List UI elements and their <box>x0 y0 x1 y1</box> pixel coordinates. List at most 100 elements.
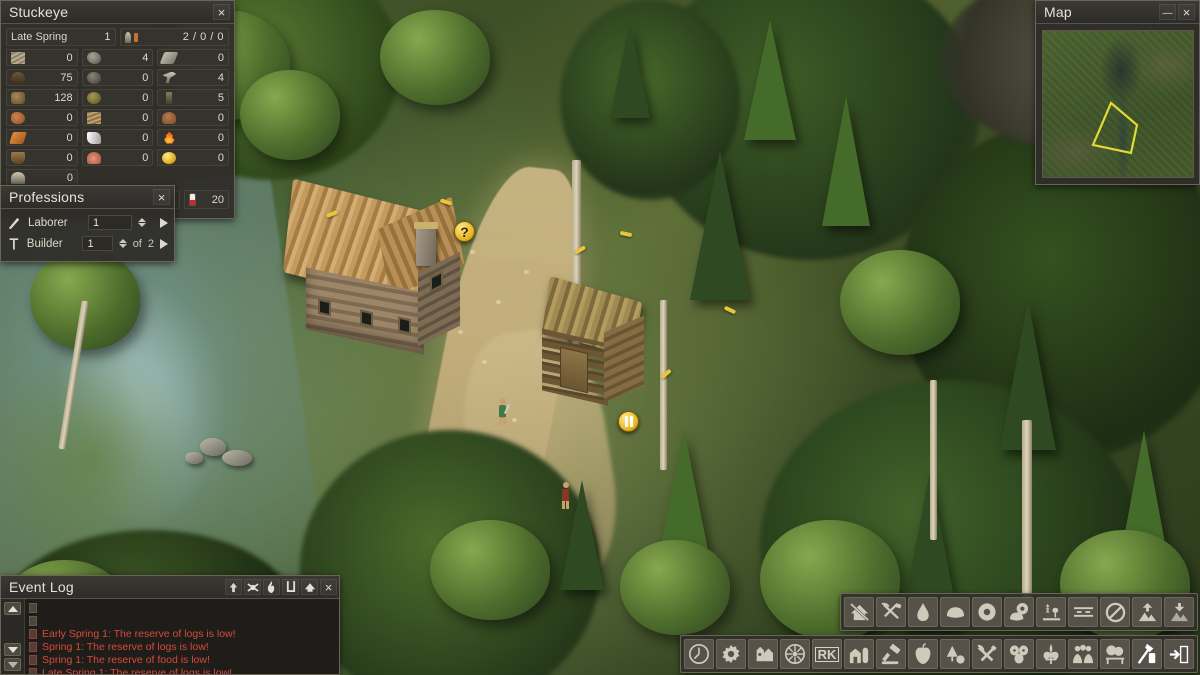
gavel-icon[interactable] <box>876 639 906 669</box>
year-value: 1 <box>104 31 111 43</box>
villager-worker[interactable] <box>497 398 511 425</box>
list-item: Early Spring 1: The reserve of logs is l… <box>29 627 335 640</box>
conifer-tree <box>660 430 708 550</box>
scroll-end-button[interactable] <box>4 658 21 671</box>
up-arrow-icon[interactable] <box>225 579 242 595</box>
house-icon[interactable] <box>301 579 318 595</box>
event-text: Late Spring 1: The reserve of logs is lo… <box>42 666 233 675</box>
rk-icon[interactable]: RK <box>812 639 842 669</box>
ingot-icon <box>9 131 27 144</box>
tree-icon <box>162 111 177 124</box>
close-icon[interactable]: × <box>1178 4 1195 20</box>
skull-crossbones-icon[interactable] <box>244 579 261 595</box>
season-cell: Late Spring 1 <box>6 28 116 46</box>
laborer-spinner[interactable] <box>138 218 146 227</box>
laborer-count-value: 1 <box>93 216 100 229</box>
clock-icon[interactable] <box>684 639 714 669</box>
broadleaf-tree <box>380 10 490 105</box>
grave-icon[interactable] <box>282 579 299 595</box>
board-value: 0 <box>142 111 149 124</box>
houses-icon[interactable] <box>748 639 778 669</box>
resource-row: 0 0 0 <box>6 109 230 126</box>
iron-ore-icon[interactable] <box>972 597 1002 627</box>
list-item: Spring 1: The reserve of food is low! <box>29 653 335 666</box>
log-cabin-building[interactable] <box>282 178 465 355</box>
shed-wall-side <box>604 315 644 403</box>
builder-detail-arrow[interactable] <box>160 238 168 249</box>
tree-trunk <box>930 380 937 540</box>
profession-row-builder[interactable]: Builder 1 of 2 <box>7 234 168 253</box>
people-icon[interactable] <box>1068 639 1098 669</box>
scroll-down-button[interactable] <box>4 643 21 656</box>
villager-worker[interactable] <box>560 482 571 509</box>
gear-icon[interactable] <box>716 639 746 669</box>
fleur-de-lis-icon[interactable] <box>1036 639 1066 669</box>
lower-terrain-icon[interactable] <box>1164 597 1194 627</box>
list-item <box>29 614 335 627</box>
stone-icon[interactable] <box>940 597 970 627</box>
game-screen: ? Stuckeye × Late Spring 1 2 / 0 / 0 0 4… <box>0 0 1200 675</box>
villager-head <box>499 398 506 404</box>
minimap[interactable] <box>1042 30 1194 178</box>
builder-max-value: 2 <box>147 237 154 250</box>
page-title: Stuckeye <box>9 4 69 20</box>
wooden-shed-building[interactable] <box>538 275 646 406</box>
road-icon[interactable] <box>1068 597 1098 627</box>
laborer-count-field[interactable]: 1 <box>88 215 132 230</box>
list-item: Spring 1: The reserve of logs is low! <box>29 640 335 653</box>
park-icon[interactable] <box>1100 639 1130 669</box>
resource-leather: 0 <box>6 109 78 126</box>
tree-grass-icon[interactable] <box>1036 597 1066 627</box>
builder-of-label: of <box>132 237 142 250</box>
ore-stone-icon[interactable] <box>1004 597 1034 627</box>
torch-icon <box>166 91 173 104</box>
wheel-icon[interactable] <box>780 639 810 669</box>
water-drop-icon[interactable] <box>908 597 938 627</box>
close-icon[interactable]: × <box>320 579 337 595</box>
profession-row-laborer[interactable]: Laborer 1 <box>7 213 168 232</box>
list-item: Late Spring 1: The reserve of logs is lo… <box>29 666 335 674</box>
cloth-value: 0 <box>142 131 149 144</box>
tree-trunk <box>660 300 667 470</box>
map-title-buttons: — × <box>1159 4 1195 20</box>
question-marker[interactable]: ? <box>454 221 475 242</box>
laborer-icon <box>8 217 20 230</box>
board-icon <box>86 111 101 124</box>
axe-log-icon[interactable] <box>1132 639 1162 669</box>
professions-panel: Professions × Laborer 1 Builder 1 of 2 <box>0 185 175 262</box>
broadleaf-tree <box>620 540 730 635</box>
fire-icon <box>164 131 175 144</box>
scroll-up-button[interactable] <box>4 602 21 615</box>
cancel-icon[interactable] <box>1100 597 1130 627</box>
close-icon[interactable]: × <box>153 189 170 205</box>
hammer-pick-icon[interactable] <box>876 597 906 627</box>
raise-terrain-icon[interactable] <box>1132 597 1162 627</box>
shed-door <box>560 346 588 394</box>
event-badge <box>29 628 37 639</box>
event-badge <box>29 641 37 652</box>
temperature-cell: 20 <box>184 190 229 209</box>
apple-icon[interactable] <box>908 639 938 669</box>
coin-value: 0 <box>217 151 225 164</box>
barrels-icon[interactable] <box>1004 639 1034 669</box>
boulder-icon <box>86 71 101 84</box>
firewood-icon <box>11 91 25 104</box>
close-icon[interactable]: × <box>213 4 230 20</box>
villager-leg <box>562 501 565 509</box>
pause-marker[interactable] <box>618 411 639 432</box>
tree-stone-icon[interactable] <box>940 639 970 669</box>
exit-door-icon[interactable] <box>1164 639 1194 669</box>
tools-icon[interactable] <box>972 639 1002 669</box>
fire-icon[interactable] <box>263 579 280 595</box>
builder-count-field[interactable]: 1 <box>82 236 113 251</box>
stone-value: 4 <box>142 51 149 64</box>
logs-icon <box>11 71 25 84</box>
event-log-scrollbar[interactable] <box>1 599 25 674</box>
builder-spinner[interactable] <box>118 239 127 248</box>
laborer-detail-arrow[interactable] <box>160 217 168 228</box>
stone-icon <box>86 51 101 64</box>
demolish-building-icon[interactable] <box>844 597 874 627</box>
resource-coin: 0 <box>157 149 230 166</box>
barn-silo-icon[interactable] <box>844 639 874 669</box>
minimize-icon[interactable]: — <box>1159 4 1176 20</box>
